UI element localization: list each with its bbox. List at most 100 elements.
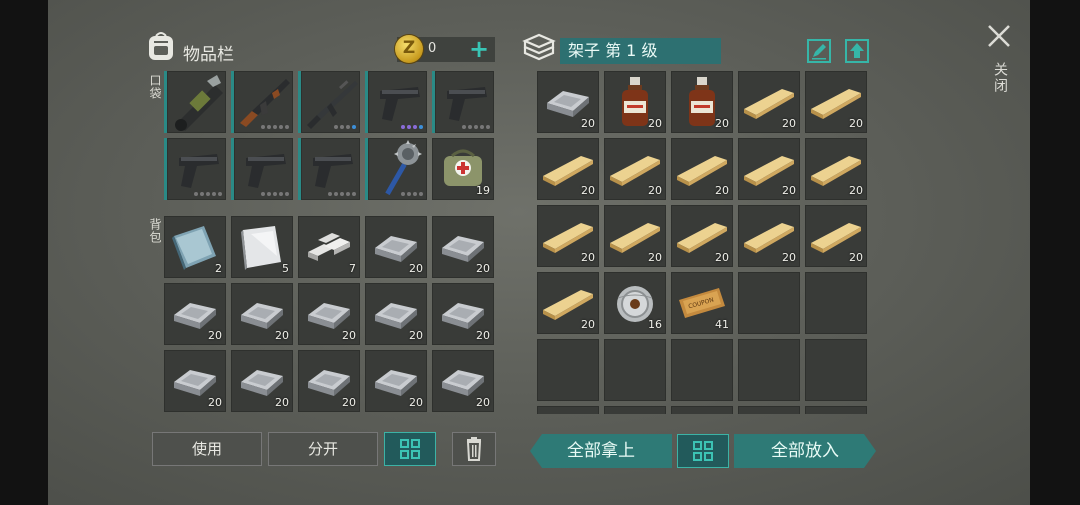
inventory-slot[interactable] [164, 138, 226, 200]
inventory-slot[interactable]: 20 [738, 71, 800, 133]
use-button[interactable]: 使用 [152, 432, 262, 466]
empty-slot[interactable] [671, 406, 733, 414]
inventory-slot[interactable]: 20 [164, 283, 226, 345]
inventory-slot[interactable]: 20 [365, 283, 427, 345]
inventory-slot[interactable] [231, 71, 293, 133]
upgrade-level-dots [261, 125, 289, 129]
inventory-slot[interactable]: 20 [738, 138, 800, 200]
inventory-slot[interactable]: 16 [604, 272, 666, 334]
inventory-slot[interactable]: 20 [604, 205, 666, 267]
close-icon[interactable] [987, 24, 1011, 48]
item-quantity: 20 [782, 251, 796, 264]
item-quantity: 20 [849, 251, 863, 264]
upgrade-level-dots [462, 125, 490, 129]
inventory-slot[interactable]: 20 [671, 205, 733, 267]
inventory-slot[interactable]: 5 [231, 216, 293, 278]
inventory-slot[interactable] [365, 71, 427, 133]
item-quantity: 20 [581, 318, 595, 331]
item-quantity: 20 [782, 184, 796, 197]
empty-slot[interactable] [604, 406, 666, 414]
inventory-slot[interactable] [231, 138, 293, 200]
inventory-slot[interactable]: 20 [432, 283, 494, 345]
coin-value: 0 [428, 41, 437, 56]
inventory-slot[interactable]: 20 [298, 350, 360, 412]
inventory-slot[interactable]: 20 [537, 71, 599, 133]
item-quantity: 5 [282, 262, 289, 275]
upgrade-level-dots [328, 192, 356, 196]
item-quantity: 2 [215, 262, 222, 275]
inventory-slot[interactable] [432, 71, 494, 133]
empty-slot[interactable] [537, 339, 599, 401]
empty-slot[interactable] [604, 339, 666, 401]
inventory-slot[interactable]: 20 [738, 205, 800, 267]
put-all-button[interactable]: 全部放入 [734, 434, 876, 468]
inventory-slot[interactable]: 20 [164, 350, 226, 412]
rename-button[interactable] [807, 39, 831, 63]
inventory-slot[interactable]: COUPON 41 [671, 272, 733, 334]
inventory-slot[interactable]: 20 [671, 138, 733, 200]
inventory-slot[interactable]: 20 [231, 283, 293, 345]
inventory-slot[interactable] [365, 138, 427, 200]
inventory-slot[interactable]: 20 [805, 71, 867, 133]
inventory-slot[interactable]: 20 [432, 350, 494, 412]
take-all-button[interactable]: 全部拿上 [530, 434, 672, 468]
rocket-launcher-icon [175, 75, 223, 131]
pistol-icon [179, 154, 219, 188]
empty-slot[interactable] [805, 406, 867, 414]
empty-slot[interactable] [805, 272, 867, 334]
grid-sort-icon [400, 439, 420, 459]
inventory-slot[interactable]: 20 [231, 350, 293, 412]
item-quantity: 20 [715, 184, 729, 197]
sort-inventory-button[interactable] [384, 432, 436, 466]
close-label[interactable]: 关闭 [990, 62, 1010, 94]
inventory-slot[interactable]: 20 [671, 71, 733, 133]
inventory-slot[interactable]: 7 [298, 216, 360, 278]
item-quantity: 20 [409, 329, 423, 342]
assault-rifle-icon [240, 79, 290, 127]
inventory-slot[interactable]: 20 [432, 216, 494, 278]
inventory-slot[interactable] [298, 138, 360, 200]
inventory-slot[interactable]: 20 [298, 283, 360, 345]
item-quantity: 20 [715, 117, 729, 130]
inventory-slot[interactable]: 20 [537, 272, 599, 334]
inventory-slot[interactable]: 20 [805, 138, 867, 200]
inventory-slot[interactable] [164, 71, 226, 133]
inventory-slot[interactable]: 20 [537, 138, 599, 200]
split-button[interactable]: 分开 [268, 432, 378, 466]
inventory-slot[interactable]: 20 [805, 205, 867, 267]
pistol-icon [447, 87, 487, 121]
inventory-title: 物品栏 [183, 45, 234, 65]
coin-icon: Z [395, 35, 423, 63]
upgrade-level-dots [261, 192, 289, 196]
empty-slot[interactable] [671, 339, 733, 401]
item-quantity: 20 [409, 396, 423, 409]
item-quantity: 20 [581, 251, 595, 264]
inventory-slot[interactable]: 20 [365, 350, 427, 412]
pistol-icon [380, 87, 420, 121]
item-quantity: 7 [349, 262, 356, 275]
item-quantity: 20 [476, 329, 490, 342]
inventory-slot[interactable]: 19 [432, 138, 494, 200]
inventory-slot[interactable]: 20 [365, 216, 427, 278]
empty-slot[interactable] [738, 272, 800, 334]
empty-slot[interactable] [738, 339, 800, 401]
upgrade-arrow-icon [850, 43, 864, 58]
inventory-slot[interactable] [298, 71, 360, 133]
item-quantity: 20 [476, 396, 490, 409]
inventory-slot[interactable]: 20 [537, 205, 599, 267]
sort-shelf-button[interactable] [677, 434, 729, 468]
empty-slot[interactable] [537, 406, 599, 414]
spiked-mace-icon [385, 140, 422, 196]
inventory-slot[interactable]: 20 [604, 71, 666, 133]
empty-slot[interactable] [805, 339, 867, 401]
item-quantity: 20 [849, 117, 863, 130]
inventory-slot[interactable]: 20 [604, 138, 666, 200]
add-coins-button[interactable]: + [469, 35, 489, 63]
item-quantity: 20 [648, 184, 662, 197]
upgrade-level-dots [401, 192, 423, 196]
empty-slot[interactable] [738, 406, 800, 414]
inventory-slot[interactable]: 2 [164, 216, 226, 278]
upgrade-button[interactable] [845, 39, 869, 63]
delete-button[interactable] [452, 432, 496, 466]
item-quantity: 20 [409, 262, 423, 275]
